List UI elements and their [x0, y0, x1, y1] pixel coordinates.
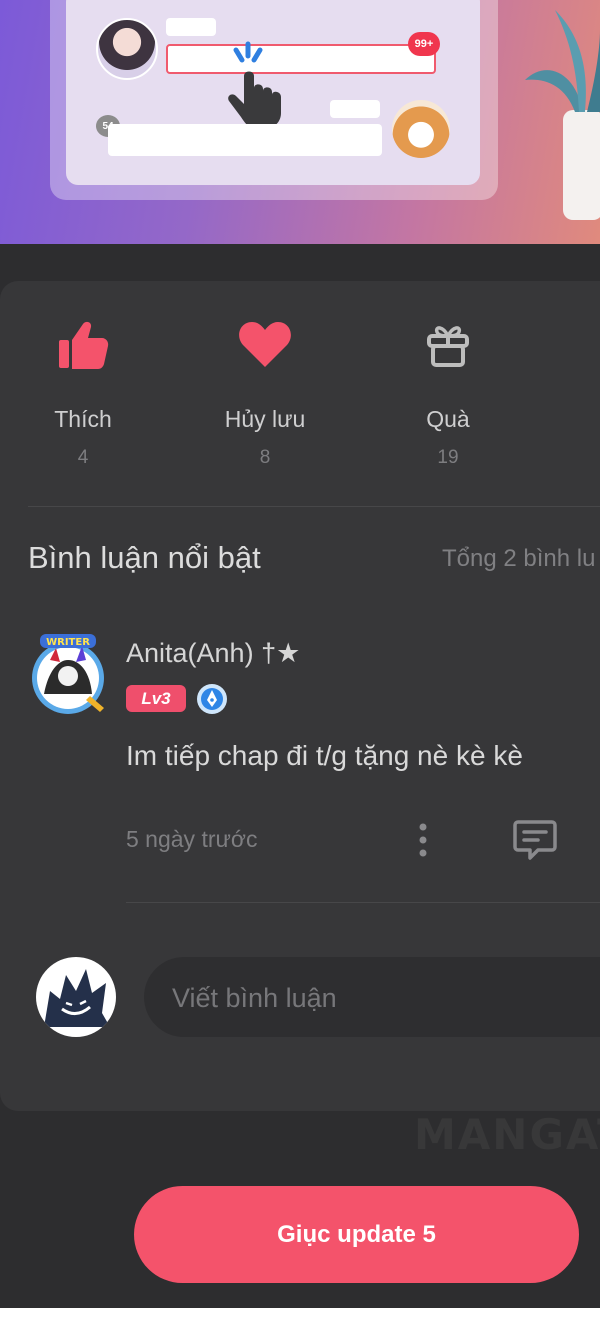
plant-decoration — [525, 10, 600, 220]
banner-girl-avatar — [96, 18, 158, 80]
banner-name-pill — [166, 18, 216, 36]
section-divider — [28, 506, 600, 507]
unsave-label: Hủy lưu — [224, 406, 306, 432]
unsave-count: 8 — [259, 447, 271, 468]
banner-notification-badge: 99+ — [408, 32, 440, 56]
request-update-button[interactable]: Giục update 5 — [134, 1186, 579, 1283]
more-options-icon[interactable] — [410, 820, 436, 860]
commenter-avatar[interactable]: WRITER — [20, 632, 112, 716]
comment-input[interactable] — [170, 957, 594, 1039]
like-action[interactable]: Thích 4 — [13, 318, 153, 469]
like-count: 4 — [77, 447, 89, 468]
commenter-name[interactable]: Anita(Anh) †★ — [126, 638, 300, 669]
total-comments-link[interactable]: Tổng 2 bình lu — [442, 545, 595, 573]
gift-label: Quà — [426, 406, 470, 432]
banner-dog-avatar — [392, 100, 450, 158]
gift-count: 19 — [437, 447, 459, 468]
comment-input-box[interactable] — [144, 957, 600, 1039]
watermark-text: MANGAT — [414, 1110, 600, 1159]
pen-badge-icon — [197, 684, 227, 714]
unsave-action[interactable]: Hủy lưu 8 — [195, 318, 335, 469]
featured-comments-title: Bình luận nổi bật — [28, 540, 261, 575]
thumbs-up-icon — [59, 321, 109, 369]
gift-icon — [427, 326, 469, 367]
heart-icon — [239, 322, 291, 367]
writer-frame-label: WRITER — [46, 637, 90, 648]
gift-action[interactable]: Quà 19 — [378, 318, 518, 469]
header-banner: 99+ 54 — [0, 0, 600, 244]
comment-timestamp: 5 ngày trước — [126, 826, 258, 852]
level-badge: Lv3 — [126, 685, 186, 712]
banner-name-pill-2 — [330, 100, 380, 118]
like-label: Thích — [54, 406, 112, 432]
my-avatar-image — [44, 969, 110, 1027]
reply-comment-icon[interactable] — [512, 818, 558, 862]
banner-message-bubble — [108, 124, 382, 156]
my-avatar[interactable] — [36, 957, 116, 1037]
bottom-strip — [0, 1308, 600, 1335]
tap-hand-icon — [228, 41, 281, 128]
comment-text: Im tiếp chap đi t/g tặng nè kè kè — [126, 740, 523, 771]
comment-divider — [126, 902, 600, 903]
